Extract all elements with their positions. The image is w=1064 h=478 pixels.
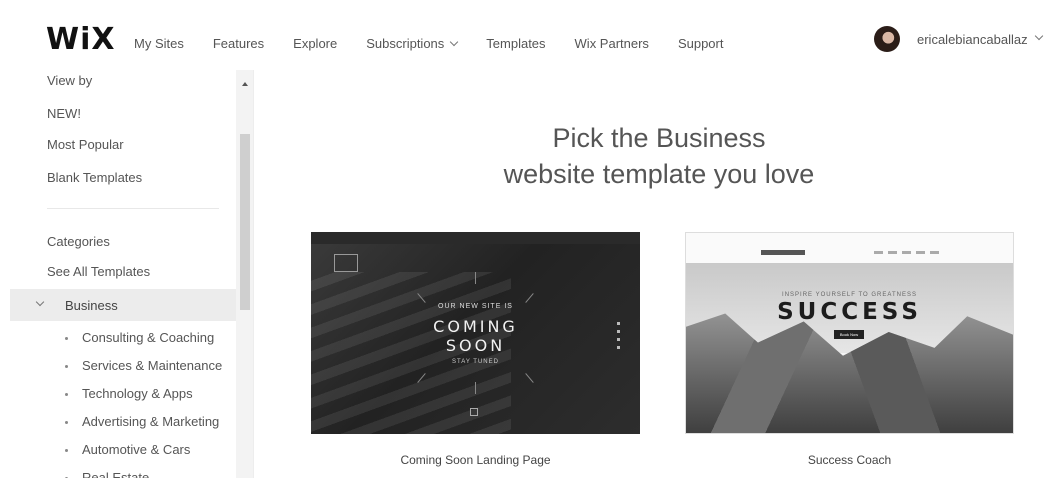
sidebar-scrollbar[interactable]	[236, 70, 253, 478]
sidebar-sub-label: Services & Maintenance	[82, 358, 223, 373]
sidebar-sub-label: Real Estate	[82, 470, 150, 478]
preview-kicker: OUR NEW SITE IS	[438, 303, 513, 310]
preview-social-icons	[617, 322, 620, 354]
preview-subtitle: STAY TUNED	[452, 359, 499, 365]
sidebar-item-new[interactable]: NEW!	[47, 106, 81, 121]
preview-title-line-2: SOON	[445, 336, 506, 355]
preview-kicker: INSPIRE YOURSELF TO GREATNESS	[782, 292, 917, 298]
preview-ray	[525, 293, 534, 303]
preview-header	[686, 233, 1013, 263]
chevron-down-icon	[35, 297, 45, 307]
main-nav: My Sites Features Explore Subscriptions …	[134, 36, 752, 51]
chevron-down-icon	[450, 37, 459, 47]
scroll-up-arrow-icon[interactable]	[242, 82, 248, 86]
sidebar-sub-automotive[interactable]: Automotive & Cars	[64, 442, 191, 457]
sidebar-view-by: View by	[47, 73, 93, 88]
template-card-coming-soon[interactable]: OUR NEW SITE IS COMING SOON STAY TUNED	[311, 232, 640, 434]
preview-nav	[874, 251, 942, 254]
preview-brand	[761, 250, 805, 255]
nav-my-sites[interactable]: My Sites	[134, 36, 184, 51]
preview-title-line-1: COMING	[433, 317, 518, 336]
nav-explore[interactable]: Explore	[293, 36, 337, 51]
sidebar-item-blank-templates[interactable]: Blank Templates	[47, 170, 142, 185]
username[interactable]: ericalebiancaballaz	[917, 32, 1028, 47]
sidebar-sub-label: Consulting & Coaching	[82, 330, 215, 345]
sidebar-sub-label: Automotive & Cars	[82, 442, 191, 457]
sidebar-sub-label: Technology & Apps	[82, 386, 193, 401]
preview-title: COMING SOON	[311, 317, 640, 355]
preview-ray	[525, 373, 534, 383]
sidebar-divider	[47, 208, 219, 209]
preview-topbar	[311, 232, 640, 244]
page-title-line-1: Pick the Business	[552, 123, 766, 153]
preview-title: SUCCESS	[777, 299, 922, 325]
sidebar-item-most-popular[interactable]: Most Popular	[47, 137, 124, 152]
top-navigation: WiX My Sites Features Explore Subscripti…	[0, 0, 1064, 70]
template-caption[interactable]: Coming Soon Landing Page	[311, 453, 640, 467]
sidebar-sub-real-estate[interactable]: Real Estate	[64, 470, 150, 478]
nav-wix-partners[interactable]: Wix Partners	[575, 36, 649, 51]
nav-features[interactable]: Features	[213, 36, 264, 51]
nav-templates[interactable]: Templates	[486, 36, 545, 51]
nav-subscriptions-label: Subscriptions	[366, 36, 445, 51]
template-card-success-coach[interactable]: INSPIRE YOURSELF TO GREATNESS SUCCESS Bo…	[685, 232, 1014, 434]
preview-logo	[334, 254, 358, 272]
avatar[interactable]	[874, 26, 900, 52]
sidebar-item-see-all[interactable]: See All Templates	[47, 264, 150, 279]
sidebar-sub-label: Advertising & Marketing	[82, 414, 220, 429]
sidebar-sub-technology[interactable]: Technology & Apps	[65, 386, 193, 401]
sidebar-sub-consulting[interactable]: Consulting & Coaching	[64, 330, 215, 345]
preview-square-icon	[470, 408, 478, 416]
preview-ray	[475, 272, 476, 284]
nav-subscriptions[interactable]: Subscriptions	[366, 36, 459, 51]
sidebar: View by NEW! Most Popular Blank Template…	[0, 70, 254, 478]
sidebar-sub-services[interactable]: Services & Maintenance	[64, 358, 223, 373]
preview-ray	[475, 382, 476, 394]
sidebar-item-business-label: Business	[65, 298, 118, 313]
wix-logo[interactable]: WiX	[46, 25, 116, 55]
page-title: Pick the Business website template you l…	[254, 120, 1064, 192]
template-caption[interactable]: Success Coach	[685, 453, 1014, 467]
nav-support[interactable]: Support	[678, 36, 724, 51]
preview-button: Book Now	[834, 330, 864, 339]
sidebar-sub-advertising[interactable]: Advertising & Marketing	[64, 414, 220, 429]
sidebar-categories-label: Categories	[47, 234, 110, 249]
user-menu[interactable]: ericalebiancaballaz	[874, 26, 1043, 52]
sidebar-item-business[interactable]: Business	[10, 289, 236, 321]
scrollbar-thumb[interactable]	[240, 134, 250, 310]
page-title-line-2: website template you love	[503, 159, 815, 189]
chevron-down-icon[interactable]	[1034, 31, 1043, 41]
